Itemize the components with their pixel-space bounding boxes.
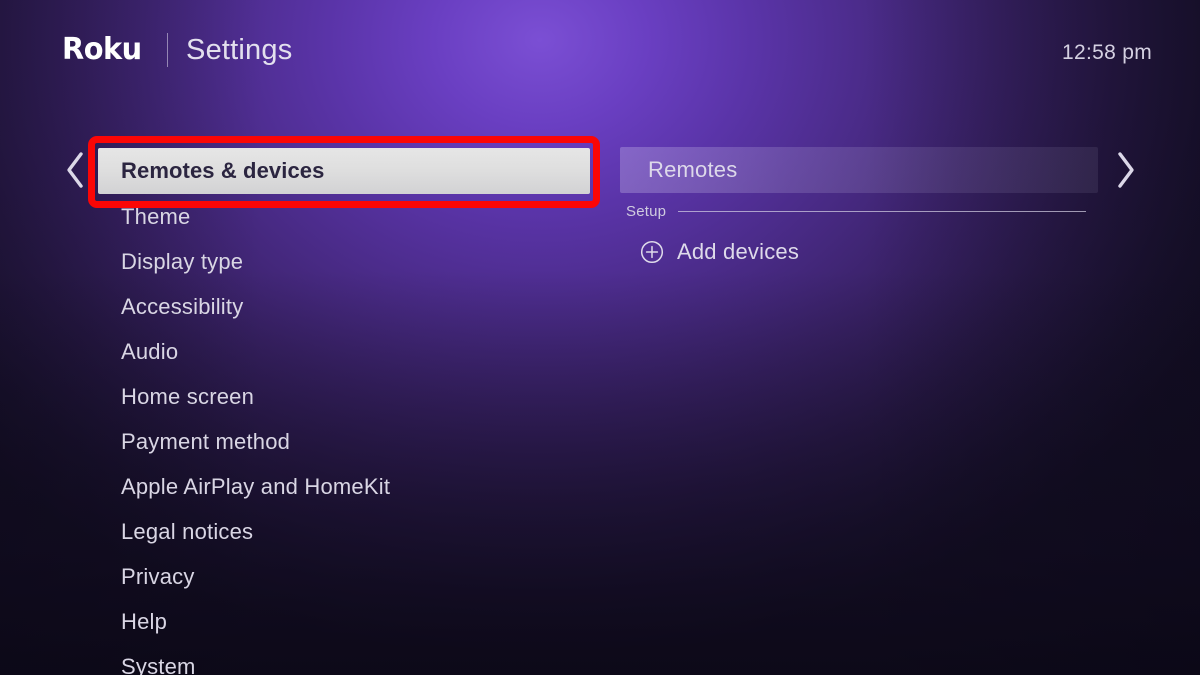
- detail-panel-title-label: Remotes: [648, 157, 738, 182]
- menu-item-privacy[interactable]: Privacy: [98, 554, 590, 599]
- menu-item-label: Help: [121, 608, 168, 634]
- menu-item-accessibility[interactable]: Accessibility: [98, 284, 590, 329]
- clock-display: 12:58 pm: [1062, 41, 1152, 64]
- menu-item-label: Home screen: [121, 383, 255, 409]
- roku-settings-screen: Roku Settings 12:58 pm Remotes & devices…: [0, 0, 1200, 675]
- settings-menu-list: Remotes & devices Theme Display type Acc…: [98, 148, 590, 675]
- detail-panel-title[interactable]: Remotes: [620, 147, 1098, 193]
- menu-item-system[interactable]: System: [98, 644, 590, 675]
- menu-item-home-screen[interactable]: Home screen: [98, 374, 590, 419]
- menu-item-label: Remotes & devices: [121, 158, 325, 183]
- add-devices-label: Add devices: [677, 239, 800, 264]
- menu-item-label: Display type: [121, 248, 244, 274]
- menu-item-display-type[interactable]: Display type: [98, 239, 590, 284]
- menu-item-help[interactable]: Help: [98, 599, 590, 644]
- page-title: Settings: [186, 33, 293, 66]
- plus-circle-icon: [640, 240, 664, 264]
- menu-item-label: Audio: [121, 338, 179, 364]
- menu-item-audio[interactable]: Audio: [98, 329, 590, 374]
- chevron-left-icon[interactable]: [58, 146, 92, 194]
- menu-item-remotes-and-devices[interactable]: Remotes & devices: [98, 148, 590, 194]
- brand-lockup: Roku Settings: [62, 33, 292, 67]
- header-bar: Roku Settings 12:58 pm: [0, 0, 1200, 105]
- chevron-right-icon[interactable]: [1108, 146, 1142, 194]
- section-divider: [678, 211, 1086, 212]
- roku-logo: Roku: [62, 32, 142, 67]
- menu-item-label: Payment method: [121, 428, 291, 454]
- menu-item-label: Accessibility: [121, 293, 244, 319]
- menu-item-label: Theme: [121, 203, 191, 229]
- vertical-divider-icon: [167, 33, 169, 67]
- menu-item-label: Apple AirPlay and HomeKit: [121, 473, 391, 499]
- menu-item-legal-notices[interactable]: Legal notices: [98, 509, 590, 554]
- menu-item-label: System: [121, 653, 196, 675]
- detail-panel: Remotes Setup Add devices: [620, 147, 1098, 265]
- menu-item-payment-method[interactable]: Payment method: [98, 419, 590, 464]
- add-devices-button[interactable]: Add devices: [620, 239, 1098, 265]
- menu-item-theme[interactable]: Theme: [98, 194, 590, 239]
- menu-item-label: Privacy: [121, 563, 195, 589]
- setup-section-header: Setup: [620, 203, 1098, 220]
- menu-item-label: Legal notices: [121, 518, 254, 544]
- setup-section-label: Setup: [626, 203, 667, 220]
- menu-item-apple-airplay-and-homekit[interactable]: Apple AirPlay and HomeKit: [98, 464, 590, 509]
